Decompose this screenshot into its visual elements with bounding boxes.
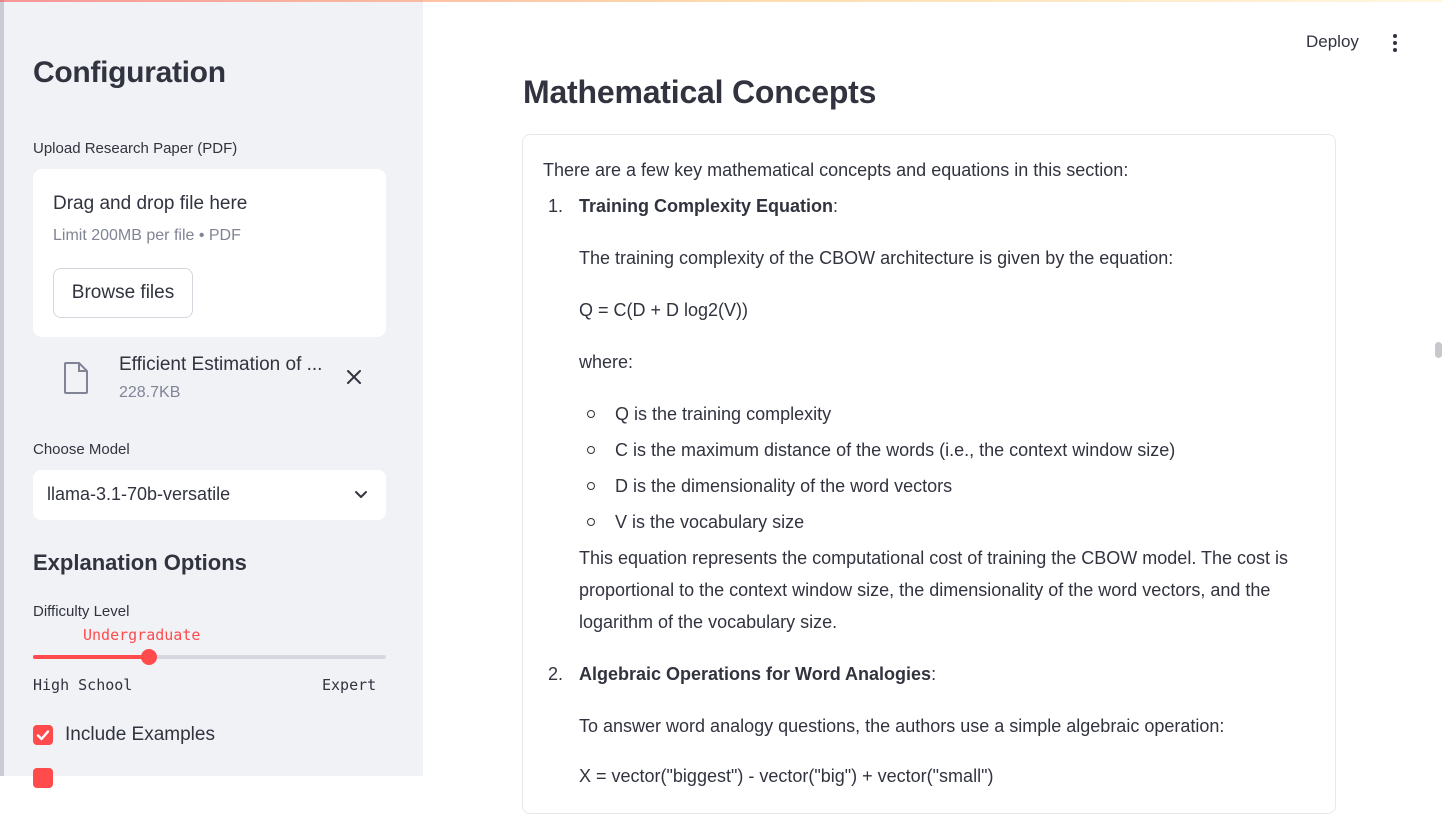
- slider-min-label: High School: [33, 676, 133, 694]
- checkbox-partial[interactable]: [33, 768, 53, 788]
- dropzone-limit: Limit 200MB per file • PDF: [53, 227, 241, 244]
- uploaded-file-name: Efficient Estimation of ...: [119, 354, 323, 375]
- top-decoration-bar: [0, 0, 1443, 2]
- include-examples-label: Include Examples: [65, 724, 215, 745]
- item-1-equation: Q = C(D + D log2(V)): [579, 300, 749, 320]
- slider-fill: [33, 655, 150, 659]
- remove-file-button[interactable]: [343, 366, 365, 388]
- difficulty-slider[interactable]: [33, 649, 386, 665]
- item-2-heading-line: Algebraic Operations for Word Analogies:: [579, 664, 937, 684]
- checkbox-checked[interactable]: [33, 725, 53, 745]
- item-2-equation: X = vector("biggest") - vector("big") + …: [579, 766, 994, 786]
- bullet-icon: [587, 446, 595, 454]
- sidebar-title: Configuration: [33, 56, 226, 89]
- content-card: [522, 134, 1336, 814]
- item-1-explanation-line: This equation represents the computation…: [579, 548, 1289, 568]
- model-select[interactable]: llama-3.1-70b-versatile: [33, 470, 386, 520]
- file-dropzone[interactable]: Drag and drop file here Limit 200MB per …: [33, 169, 386, 337]
- page-title: Mathematical Concepts: [523, 74, 877, 110]
- scrollbar-thumb[interactable]: [1435, 342, 1442, 358]
- uploaded-file-row: Efficient Estimation of ... 228.7KB: [33, 350, 386, 410]
- uploaded-file-size: 228.7KB: [119, 384, 181, 401]
- model-label: Choose Model: [33, 441, 130, 458]
- chevron-down-icon: [355, 491, 367, 498]
- difficulty-label: Difficulty Level: [33, 603, 130, 620]
- bullet-icon: [587, 410, 595, 418]
- list-item: V is the vocabulary size: [615, 512, 805, 532]
- intro-text: There are a few key mathematical concept…: [543, 160, 1129, 180]
- list-item: Q is the training complexity: [615, 404, 832, 424]
- file-icon: [64, 362, 88, 394]
- difficulty-value: Undergraduate: [83, 626, 201, 644]
- dropzone-title: Drag and drop file here: [53, 193, 248, 214]
- item-2-paragraph: To answer word analogy questions, the au…: [579, 716, 1225, 736]
- list-item: C is the maximum distance of the words (…: [615, 440, 1176, 460]
- sidebar: Configuration Upload Research Paper (PDF…: [0, 0, 423, 788]
- more-vertical-icon[interactable]: [1384, 30, 1406, 56]
- check-icon: [36, 730, 50, 741]
- browse-files-button[interactable]: Browse files: [53, 268, 193, 318]
- model-select-value: llama-3.1-70b-versatile: [47, 484, 231, 504]
- item-1-explanation-line: logarithm of the vocabulary size.: [579, 612, 838, 632]
- list-number-2: 2.: [548, 664, 564, 684]
- deploy-button[interactable]: Deploy: [1300, 30, 1365, 54]
- close-icon: [347, 370, 361, 384]
- list-item: D is the dimensionality of the word vect…: [615, 476, 953, 496]
- item-2-heading: Algebraic Operations for Word Analogies: [579, 664, 932, 684]
- item-1-heading: Training Complexity Equation: [579, 196, 834, 216]
- include-examples-checkbox[interactable]: Include Examples: [33, 722, 215, 748]
- item-1-explanation-line: proportional to the context window size,…: [579, 580, 1271, 600]
- item-1-where: where:: [579, 352, 634, 372]
- bullet-icon: [587, 482, 595, 490]
- bullet-icon: [587, 518, 595, 526]
- item-1-heading-line: Training Complexity Equation:: [579, 196, 839, 216]
- list-number-1: 1.: [548, 196, 564, 216]
- slider-thumb[interactable]: [141, 649, 158, 665]
- slider-max-label: Expert: [322, 676, 377, 694]
- options-heading: Explanation Options: [33, 550, 247, 575]
- item-1-paragraph: The training complexity of the CBOW arch…: [579, 248, 1174, 268]
- upload-label: Upload Research Paper (PDF): [33, 140, 238, 157]
